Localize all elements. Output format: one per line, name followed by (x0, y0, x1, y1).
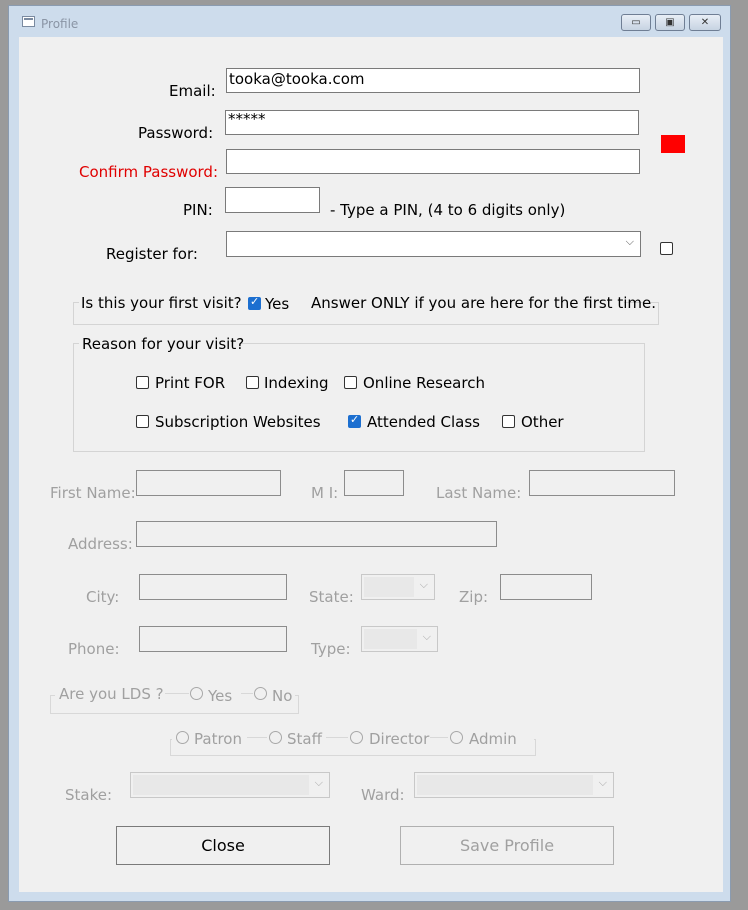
state-label: State: (309, 588, 354, 606)
reason-indexing-checkbox[interactable] (246, 376, 259, 389)
reason-subscription-checkbox[interactable] (136, 415, 149, 428)
reason-other-label: Other (521, 413, 564, 431)
register-select[interactable]: ⌵ (226, 231, 641, 257)
first-visit-question: Is this your first visit? (81, 294, 242, 312)
chevron-down-icon: ⌵ (419, 578, 428, 591)
reason-attended-class-checkbox[interactable] (348, 413, 361, 428)
role-director-label: Director (369, 730, 430, 748)
ward-label: Ward: (361, 786, 405, 804)
save-profile-button[interactable]: Save Profile (400, 826, 614, 865)
city-field[interactable] (139, 574, 287, 600)
first-visit-yes-checkbox[interactable] (248, 295, 261, 310)
lds-yes-radio[interactable] (190, 687, 203, 700)
phone-type-select[interactable]: ⌵ (361, 626, 438, 652)
reason-other-checkbox[interactable] (502, 415, 515, 428)
first-visit-note: Answer ONLY if you are here for the firs… (311, 294, 656, 312)
first-name-field[interactable] (136, 470, 281, 496)
reason-group (73, 343, 645, 452)
pin-label: PIN: (183, 201, 213, 219)
email-label: Email: (169, 82, 216, 100)
role-patron-radio[interactable] (176, 731, 189, 744)
mi-label: M I: (311, 484, 339, 502)
maximize-button[interactable]: ▣ (655, 14, 685, 31)
role-staff-radio[interactable] (269, 731, 282, 744)
reason-attended-class-label: Attended Class (367, 413, 480, 431)
role-staff-label: Staff (287, 730, 322, 748)
mi-field[interactable] (344, 470, 404, 496)
state-select[interactable]: ⌵ (361, 574, 435, 600)
reason-print-for-checkbox[interactable] (136, 376, 149, 389)
reason-online-research-label: Online Research (363, 374, 485, 392)
register-checkbox[interactable] (660, 242, 673, 255)
email-field[interactable]: tooka@tooka.com (226, 68, 640, 93)
close-window-button[interactable]: ✕ (689, 14, 721, 31)
lds-yes-label: Yes (208, 687, 233, 705)
register-label: Register for: (106, 245, 198, 263)
first-visit-yes-label: Yes (265, 295, 290, 313)
title-bar[interactable]: Profile ▭ ▣ ✕ (9, 6, 730, 36)
role-patron-label: Patron (194, 730, 242, 748)
profile-window: Profile ▭ ▣ ✕ Email: tooka@tooka.com Pas… (8, 5, 731, 902)
zip-field[interactable] (500, 574, 592, 600)
city-label: City: (86, 588, 120, 606)
close-button[interactable]: Close (116, 826, 330, 865)
first-name-label: First Name: (50, 484, 136, 502)
password-field[interactable]: ***** (225, 110, 639, 135)
stake-select[interactable]: ⌵ (130, 772, 330, 798)
stake-label: Stake: (65, 786, 113, 804)
minimize-button[interactable]: ▭ (621, 14, 651, 31)
lds-no-radio[interactable] (254, 687, 267, 700)
chevron-down-icon: ⌵ (625, 235, 634, 248)
ward-select[interactable]: ⌵ (414, 772, 614, 798)
confirm-password-field[interactable] (226, 149, 640, 174)
reason-indexing-label: Indexing (264, 374, 329, 392)
password-label: Password: (138, 124, 214, 142)
pin-hint: - Type a PIN, (4 to 6 digits only) (330, 201, 566, 219)
role-director-radio[interactable] (350, 731, 363, 744)
chevron-down-icon: ⌵ (314, 776, 323, 789)
form-area: Email: tooka@tooka.com Password: ***** C… (19, 37, 723, 892)
phone-field[interactable] (139, 626, 287, 652)
address-label: Address: (68, 535, 133, 553)
lds-question: Are you LDS ? (59, 685, 164, 703)
status-indicator (661, 135, 685, 153)
chevron-down-icon: ⌵ (422, 630, 431, 643)
phone-label: Phone: (68, 640, 120, 658)
type-label: Type: (311, 640, 351, 658)
address-field[interactable] (136, 521, 497, 547)
chevron-down-icon: ⌵ (598, 776, 607, 789)
role-admin-radio[interactable] (450, 731, 463, 744)
confirm-password-label: Confirm Password: (79, 163, 219, 181)
reason-print-for-label: Print FOR (155, 374, 226, 392)
last-name-label: Last Name: (436, 484, 522, 502)
zip-label: Zip: (459, 588, 489, 606)
reason-title: Reason for your visit? (82, 335, 245, 353)
lds-no-label: No (272, 687, 293, 705)
app-icon (22, 16, 35, 27)
role-admin-label: Admin (469, 730, 517, 748)
reason-subscription-label: Subscription Websites (155, 413, 321, 431)
window-title: Profile (41, 17, 79, 31)
reason-online-research-checkbox[interactable] (344, 376, 357, 389)
pin-field[interactable] (225, 187, 320, 213)
last-name-field[interactable] (529, 470, 675, 496)
